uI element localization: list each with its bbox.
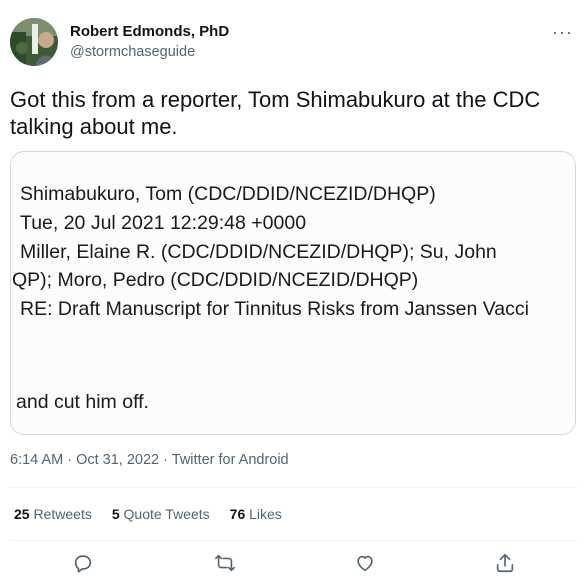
tweet: Robert Edmonds, PhD @stormchaseguide ···… xyxy=(0,0,587,583)
quote-tweets-count: 5 xyxy=(111,506,120,522)
tweet-meta: 6:14 AM · Oct 31, 2022 · Twitter for And… xyxy=(10,452,289,468)
retweets-stat[interactable]: 25 Retweets xyxy=(14,506,92,522)
tweet-header: Robert Edmonds, PhD @stormchaseguide ··· xyxy=(10,18,577,68)
email-screenshot: Shimabukuro, Tom (CDC/DDID/NCEZID/DHQP) … xyxy=(11,152,575,434)
avatar-image xyxy=(10,18,58,66)
likes-stat[interactable]: 76 Likes xyxy=(230,506,282,522)
author-block: Robert Edmonds, PhD @stormchaseguide xyxy=(70,23,229,61)
meta-separator: · xyxy=(67,452,77,468)
tweet-time[interactable]: 6:14 AM xyxy=(10,452,63,468)
tweet-media-image[interactable]: Shimabukuro, Tom (CDC/DDID/NCEZID/DHQP) … xyxy=(10,151,576,435)
retweets-label: Retweets xyxy=(33,506,92,522)
divider xyxy=(10,487,577,488)
tweet-date[interactable]: Oct 31, 2022 xyxy=(76,452,159,468)
retweets-count: 25 xyxy=(14,506,30,522)
author-name[interactable]: Robert Edmonds, PhD xyxy=(70,23,229,41)
likes-count: 76 xyxy=(229,506,246,522)
email-line: Shimabukuro, Tom (CDC/DDID/NCEZID/DHQP) xyxy=(20,183,436,205)
email-line: and cut him off. xyxy=(16,391,149,413)
quote-tweets-label: Quote Tweets xyxy=(123,506,210,522)
meta-separator: · xyxy=(163,452,172,468)
reply-icon[interactable] xyxy=(72,552,96,576)
avatar[interactable] xyxy=(10,18,58,66)
email-line: QP); Moro, Pedro (CDC/DDID/NCEZID/DHQP) xyxy=(12,269,419,291)
author-handle[interactable]: @stormchaseguide xyxy=(70,43,229,61)
tweet-source[interactable]: Twitter for Android xyxy=(172,452,289,468)
tweet-actions xyxy=(0,548,587,578)
share-icon[interactable] xyxy=(494,552,518,576)
retweet-icon[interactable] xyxy=(214,552,238,576)
more-options-icon[interactable]: ··· xyxy=(552,22,573,43)
tweet-stats: 25 Retweets 5 Quote Tweets 76 Likes xyxy=(14,506,282,522)
like-icon[interactable] xyxy=(354,552,378,576)
quote-tweets-stat[interactable]: 5 Quote Tweets xyxy=(112,506,210,522)
divider xyxy=(10,540,577,541)
email-line: RE: Draft Manuscript for Tinnitus Risks … xyxy=(20,298,529,320)
email-line: Miller, Elaine R. (CDC/DDID/NCEZID/DHQP)… xyxy=(20,241,497,263)
tweet-text: Got this from a reporter, Tom Shimabukur… xyxy=(10,87,541,139)
likes-label: Likes xyxy=(249,506,282,522)
email-line: Tue, 20 Jul 2021 12:29:48 +0000 xyxy=(20,212,307,234)
